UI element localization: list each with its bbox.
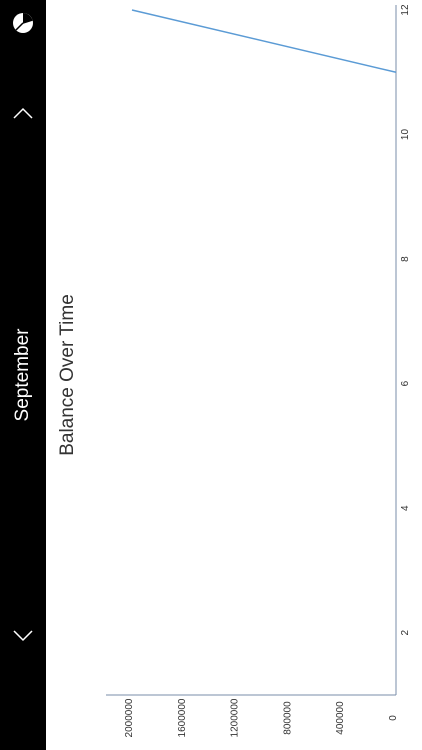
balance-chart: 2 4 6 8 10 12 0 400000 800000 1200000 1600000 20000… [106, 4, 411, 737]
chevron-up-icon[interactable] [11, 101, 35, 125]
y-tick-label: 0 [388, 715, 399, 721]
y-tick-label: 400000 [335, 701, 346, 735]
balance-series-line [131, 9, 397, 74]
chart-panel: 2 4 6 8 10 12 0 400000 800000 1200000 1600000 20000… [46, 0, 422, 750]
y-tick-label: 2000000 [124, 698, 135, 737]
x-tick-label: 2 [400, 630, 411, 636]
app-window: September 2 4 6 8 10 12 0 400000 800000 1200000 16… [0, 0, 422, 750]
y-tick-label: 800000 [282, 701, 293, 735]
y-tick-label: 1200000 [230, 698, 241, 737]
pie-chart-icon[interactable] [11, 11, 35, 35]
y-tick-label: 1600000 [177, 698, 188, 737]
chevron-down-icon[interactable] [11, 624, 35, 648]
x-tick-label: 6 [400, 380, 411, 386]
month-label: September [12, 328, 33, 422]
chart-title: Balance Over Time [57, 294, 78, 456]
sidebar: September [0, 0, 46, 750]
x-tick-label: 12 [400, 4, 411, 16]
x-tick-label: 4 [400, 505, 411, 511]
x-tick-label: 8 [400, 256, 411, 262]
x-tick-label: 10 [400, 129, 411, 141]
